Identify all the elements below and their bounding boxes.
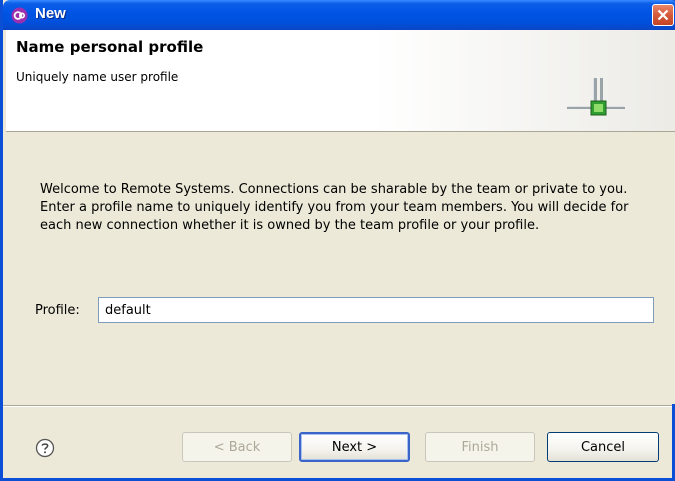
wizard-content bbox=[6, 132, 675, 404]
next-button[interactable]: Next > bbox=[299, 432, 410, 462]
wizard-banner: Name personal profile Uniquely name user… bbox=[6, 30, 675, 132]
cancel-button[interactable]: Cancel bbox=[547, 432, 659, 462]
close-icon bbox=[657, 9, 669, 21]
window-title: New bbox=[35, 5, 66, 22]
close-button[interactable] bbox=[652, 4, 674, 26]
title-bar[interactable]: New bbox=[3, 0, 675, 30]
help-button[interactable] bbox=[35, 438, 55, 458]
banner-title: Name personal profile bbox=[16, 38, 204, 56]
wizard-description: Welcome to Remote Systems. Connections c… bbox=[40, 182, 629, 233]
profile-label: Profile: bbox=[35, 303, 80, 318]
banner-subtitle: Uniquely name user profile bbox=[16, 70, 179, 84]
back-button[interactable]: < Back bbox=[182, 432, 292, 462]
finish-button[interactable]: Finish bbox=[425, 432, 535, 462]
connection-wizard-icon bbox=[560, 74, 632, 126]
app-icon bbox=[11, 7, 28, 24]
dialog-window: New Name personal profile Uniquely name … bbox=[0, 0, 675, 481]
help-icon bbox=[35, 438, 55, 458]
profile-input[interactable] bbox=[98, 297, 654, 323]
button-bar-separator bbox=[3, 405, 672, 407]
